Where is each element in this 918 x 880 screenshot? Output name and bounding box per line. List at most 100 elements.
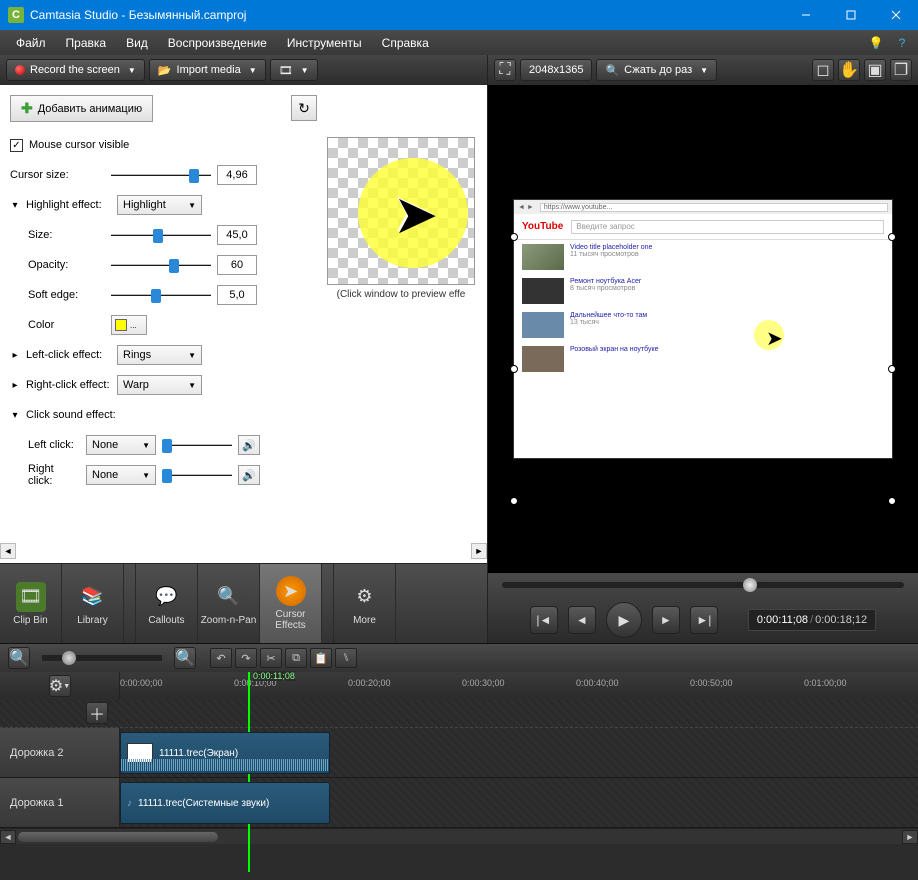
track-1: Дорожка 1 ♪ 11111.trec(Системные звуки) <box>0 778 918 828</box>
expand-sound-icon[interactable]: ▾ <box>10 410 20 421</box>
paste-button[interactable]: 📋 <box>310 648 332 668</box>
video-clip[interactable]: 11111.trec(Экран) <box>120 732 330 774</box>
softedge-value[interactable]: 5,0 <box>217 285 257 305</box>
prev-frame-button[interactable]: |◄ <box>530 606 558 634</box>
close-button[interactable] <box>873 0 918 30</box>
menu-edit[interactable]: Правка <box>56 33 117 53</box>
menu-help[interactable]: Справка <box>372 33 439 53</box>
tab-cursor-effects[interactable]: ➤Cursor Effects <box>260 564 322 643</box>
play-button[interactable]: ▶ <box>606 602 642 638</box>
track2-header[interactable]: Дорожка 2 <box>0 728 120 777</box>
hscroll-right-icon[interactable]: ► <box>471 543 487 559</box>
add-track-button[interactable]: ＋ <box>86 702 108 724</box>
hscroll-left-icon[interactable]: ◄ <box>0 543 16 559</box>
cut-button[interactable]: ✂ <box>260 648 282 668</box>
scroll-right-icon[interactable]: ► <box>902 830 918 844</box>
size-slider[interactable] <box>111 228 211 242</box>
pan-tool-icon[interactable]: ✋ <box>838 59 860 81</box>
scroll-left-icon[interactable]: ◄ <box>0 830 16 844</box>
editing-dimensions-icon[interactable]: ⛶ <box>494 59 516 81</box>
step-fwd-button[interactable]: ► <box>652 606 680 634</box>
track1-header[interactable]: Дорожка 1 <box>0 778 120 827</box>
crop-tool-icon[interactable]: ◻ <box>812 59 834 81</box>
resize-handle[interactable] <box>510 497 518 505</box>
opacity-slider[interactable] <box>111 258 211 272</box>
resize-handle[interactable] <box>510 233 518 241</box>
menu-file[interactable]: Файл <box>6 33 56 53</box>
import-media-button[interactable]: 📂Import media▼ <box>149 59 266 81</box>
menu-tools[interactable]: Инструменты <box>277 33 372 53</box>
track2-content[interactable]: 11111.trec(Экран) <box>120 728 918 777</box>
scroll-thumb[interactable] <box>18 832 218 842</box>
redo-button[interactable]: ↷ <box>235 648 257 668</box>
copy-button[interactable]: ⧉ <box>285 648 307 668</box>
hint-icon[interactable]: 💡 <box>866 33 886 53</box>
next-frame-button[interactable]: ►| <box>690 606 718 634</box>
expand-leftclick-icon[interactable]: ▸ <box>10 350 20 361</box>
cursor-size-slider[interactable] <box>111 168 211 182</box>
dimensions-button[interactable]: 2048x1365 <box>520 59 592 81</box>
tab-more[interactable]: ⚙More <box>334 564 396 643</box>
menu-view[interactable]: Вид <box>116 33 158 53</box>
youtube-search: Введите запрос <box>571 220 884 234</box>
cursor-preview[interactable]: ➤ <box>327 137 475 285</box>
resize-handle[interactable] <box>888 233 896 241</box>
opacity-value[interactable]: 60 <box>217 255 257 275</box>
canvas[interactable]: ◄ ►https://www.youtube... YouTube Введит… <box>488 85 918 573</box>
leftclick-vol-slider[interactable] <box>162 438 232 452</box>
tab-callouts[interactable]: 💬Callouts <box>136 564 198 643</box>
tab-zoom[interactable]: 🔍Zoom-n-Pan <box>198 564 260 643</box>
resize-handle[interactable] <box>888 497 896 505</box>
timeline-ruler[interactable]: ⚙▼ 0:00:00;00 0:00:10;00 0:00:20;00 0:00… <box>0 672 918 700</box>
zoom-in-icon[interactable]: 🔍 <box>174 647 196 669</box>
rightclick-snd-combo[interactable]: None▼ <box>86 465 156 485</box>
expand-highlight-icon[interactable]: ▾ <box>10 200 20 211</box>
track1-content[interactable]: ♪ 11111.trec(Системные звуки) <box>120 778 918 827</box>
leftclick-play-icon[interactable]: 🔊 <box>238 435 260 455</box>
mouse-visible-checkbox[interactable]: ✓ <box>10 139 23 152</box>
tick: 0:00:20;00 <box>348 678 391 688</box>
zoom-out-icon[interactable]: 🔍 <box>8 647 30 669</box>
timeline-scrollbar[interactable]: ◄ ► <box>0 828 918 844</box>
tab-clipbin[interactable]: 🎞Clip Bin <box>0 564 62 643</box>
fullscreen-icon[interactable]: ❐ <box>890 59 912 81</box>
rightclick-vol-slider[interactable] <box>162 468 232 482</box>
timeline-options-icon[interactable]: ⚙▼ <box>49 675 71 697</box>
app-icon: C <box>8 7 24 23</box>
minimize-button[interactable] <box>783 0 828 30</box>
record-screen-button[interactable]: Record the screen▼ <box>6 59 145 81</box>
help-icon[interactable]: ? <box>892 33 912 53</box>
expand-rightclick-icon[interactable]: ▸ <box>10 380 20 391</box>
color-picker-button[interactable]: ... <box>111 315 147 335</box>
scrubber[interactable] <box>488 573 918 597</box>
add-animation-button[interactable]: ✚Добавить анимацию <box>10 95 153 122</box>
produce-button[interactable]: 🎞▼ <box>270 59 318 81</box>
video-frame[interactable]: ◄ ►https://www.youtube... YouTube Введит… <box>513 199 893 459</box>
softedge-slider[interactable] <box>111 288 211 302</box>
resize-handle[interactable] <box>888 365 896 373</box>
split-button[interactable]: ⑊ <box>335 648 357 668</box>
rightclick-effect-combo[interactable]: Warp▼ <box>117 375 202 395</box>
timeline-toolbar: 🔍 🔍 ↶ ↷ ✂ ⧉ 📋 ⑊ <box>0 644 918 672</box>
rightclick-play-icon[interactable]: 🔊 <box>238 465 260 485</box>
highlight-effect-combo[interactable]: Highlight▼ <box>117 195 202 215</box>
rightclick-snd-label: Right click: <box>10 463 80 487</box>
folder-icon: 📂 <box>158 64 172 77</box>
tick: 0:00:00;00 <box>120 678 163 688</box>
zoom-slider[interactable] <box>42 655 162 661</box>
reset-button[interactable]: ↻ <box>291 95 317 121</box>
menu-play[interactable]: Воспроизведение <box>158 33 277 53</box>
size-value[interactable]: 45,0 <box>217 225 257 245</box>
undo-button[interactable]: ↶ <box>210 648 232 668</box>
resize-handle[interactable] <box>510 365 518 373</box>
tab-library[interactable]: 📚Library <box>62 564 124 643</box>
maximize-button[interactable] <box>828 0 873 30</box>
shrink-fit-button[interactable]: 🔍Сжать до раз▼ <box>596 59 717 81</box>
step-back-button[interactable]: ◄ <box>568 606 596 634</box>
detach-icon[interactable]: ▣ <box>864 59 886 81</box>
leftclick-snd-combo[interactable]: None▼ <box>86 435 156 455</box>
audio-clip[interactable]: ♪ 11111.trec(Системные звуки) <box>120 782 330 824</box>
youtube-header: YouTube Введите запрос <box>514 214 892 240</box>
leftclick-effect-combo[interactable]: Rings▼ <box>117 345 202 365</box>
cursor-size-value[interactable]: 4,96 <box>217 165 257 185</box>
